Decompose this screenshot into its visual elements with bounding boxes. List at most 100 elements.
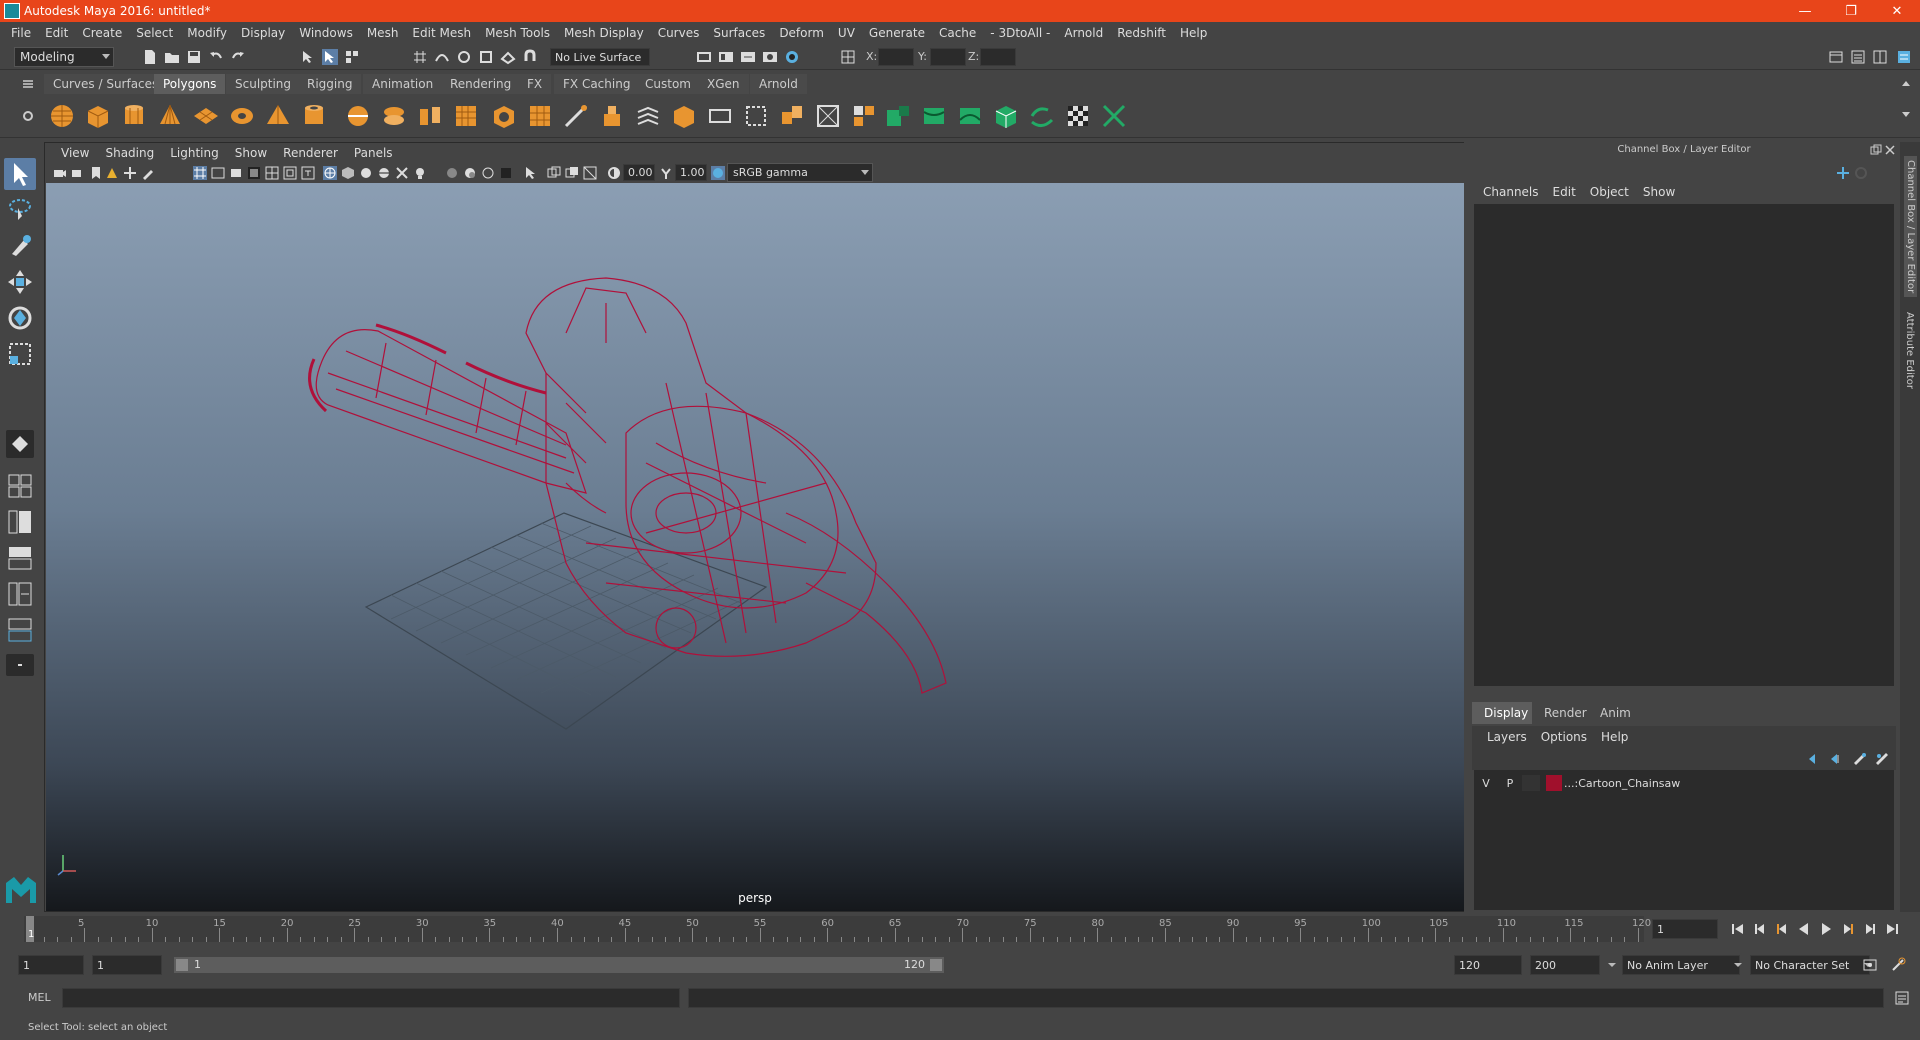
multi-cut-icon[interactable] — [562, 102, 590, 130]
poly-plane-icon[interactable] — [192, 102, 220, 130]
chevron-down-icon[interactable] — [1604, 957, 1620, 973]
wireframe-shading-icon[interactable] — [323, 166, 337, 180]
range-start-handle[interactable] — [176, 959, 188, 971]
bevel-icon[interactable] — [670, 102, 698, 130]
animation-preferences-icon[interactable] — [1890, 957, 1906, 973]
menu-help[interactable]: Help — [1173, 26, 1214, 40]
isolate-select-icon[interactable] — [523, 166, 537, 180]
manipulator-icon[interactable] — [1836, 166, 1850, 180]
step-forward-key-icon[interactable] — [1862, 921, 1878, 937]
hypershade-icon[interactable] — [762, 49, 778, 65]
attribute-editor-toggle-icon[interactable] — [1850, 49, 1866, 65]
open-scene-icon[interactable] — [164, 49, 180, 65]
poly-cone-icon[interactable] — [156, 102, 184, 130]
append-polygon-icon[interactable] — [706, 102, 734, 130]
wireframe-on-shaded-icon[interactable] — [377, 166, 391, 180]
tab-fx-caching[interactable]: FX Caching — [554, 74, 640, 94]
extrude-icon[interactable] — [598, 102, 626, 130]
menu-select[interactable]: Select — [129, 26, 180, 40]
smooth-shade-icon[interactable] — [341, 166, 355, 180]
tab-rendering[interactable]: Rendering — [441, 74, 521, 94]
lasso-tool-icon[interactable] — [4, 194, 36, 226]
exposure-icon[interactable] — [607, 166, 621, 180]
menu-surfaces[interactable]: Surfaces — [706, 26, 772, 40]
character-set-field[interactable]: No Character Set — [1750, 955, 1870, 975]
uv-unfold-icon[interactable] — [1028, 102, 1056, 130]
tab-custom[interactable]: Custom — [636, 74, 700, 94]
menu-modify[interactable]: Modify — [180, 26, 234, 40]
current-frame-field[interactable]: 1 — [1652, 919, 1718, 939]
vp-menu-renderer[interactable]: Renderer — [275, 146, 346, 160]
tab-polygons[interactable]: Polygons — [154, 74, 226, 94]
rotate-tool-icon[interactable] — [4, 302, 36, 334]
view-transform-dropdown[interactable]: sRGB gamma — [727, 163, 873, 182]
bookmark-icon[interactable] — [89, 166, 103, 180]
menu-curves[interactable]: Curves — [651, 26, 707, 40]
2d-pan-zoom-icon[interactable] — [123, 166, 137, 180]
menu-generate[interactable]: Generate — [862, 26, 932, 40]
restore-icon[interactable]: ❐ — [1828, 0, 1874, 22]
shelf-scroll-up-icon[interactable] — [1898, 76, 1914, 92]
tab-fx[interactable]: FX — [518, 74, 552, 94]
menu-redshift[interactable]: Redshift — [1110, 26, 1173, 40]
select-camera-icon[interactable] — [53, 166, 67, 180]
ambient-occlusion-icon[interactable] — [463, 166, 477, 180]
layer-name[interactable]: ...:Cartoon_Chainsaw — [1564, 775, 1680, 791]
channel-box-content[interactable] — [1474, 204, 1894, 686]
exposure-field[interactable]: 0.00 — [623, 164, 655, 181]
uv-checker-icon[interactable] — [1064, 102, 1092, 130]
persp-outliner-layout-icon[interactable] — [6, 508, 34, 536]
fill-hole-icon[interactable] — [742, 102, 770, 130]
script-editor-icon[interactable] — [1894, 990, 1910, 1006]
new-layer-selected-icon[interactable] — [1874, 751, 1890, 767]
speed-icon[interactable] — [1854, 166, 1868, 180]
play-forwards-icon[interactable] — [1818, 921, 1834, 937]
edit-menu[interactable]: Edit — [1546, 185, 1583, 199]
render-view-icon[interactable] — [784, 49, 800, 65]
channel-box-toggle-icon[interactable] — [1896, 49, 1912, 65]
magnet-icon[interactable] — [522, 49, 538, 65]
tab-animation[interactable]: Animation — [363, 74, 443, 94]
float-panel-icon[interactable] — [1870, 144, 1882, 156]
perspective-viewport[interactable]: persp — [46, 183, 1464, 911]
mirror-icon[interactable] — [526, 102, 554, 130]
step-back-key-icon[interactable] — [1752, 921, 1768, 937]
safe-action-icon[interactable] — [283, 166, 297, 180]
persp-graph-layout-icon[interactable] — [6, 544, 34, 572]
four-view-layout-icon[interactable] — [6, 472, 34, 500]
time-slider-track[interactable]: 5 10 15 20 25 30 35 40 45 50 55 60 65 70 75 80 85 90 95 100… — [24, 916, 1651, 942]
layer-playback-toggle[interactable]: P — [1498, 775, 1522, 791]
new-empty-layer-icon[interactable] — [1852, 751, 1868, 767]
save-scene-icon[interactable] — [186, 49, 202, 65]
poly-pyramid-icon[interactable] — [264, 102, 292, 130]
shelf-menu-icon[interactable] — [20, 76, 36, 92]
redo-icon[interactable] — [230, 49, 246, 65]
separate-icon[interactable] — [380, 102, 408, 130]
undo-icon[interactable] — [208, 49, 224, 65]
hud-toggle-icon[interactable] — [583, 166, 597, 180]
booleans-icon[interactable] — [490, 102, 518, 130]
xray-icon[interactable] — [395, 166, 409, 180]
command-input[interactable] — [62, 988, 680, 1008]
z-field[interactable] — [980, 48, 1016, 66]
tab-curves-surfaces[interactable]: Curves / Surfaces — [44, 74, 168, 94]
camera-attributes-icon[interactable] — [71, 166, 85, 180]
move-layer-down-icon[interactable] — [1828, 751, 1844, 767]
bridge-icon[interactable] — [634, 102, 662, 130]
poly-cube-icon[interactable] — [84, 102, 112, 130]
command-language-label[interactable]: MEL — [28, 991, 51, 1004]
go-to-start-icon[interactable] — [1730, 921, 1746, 937]
minimize-icon[interactable]: — — [1782, 0, 1828, 22]
vp-menu-show[interactable]: Show — [227, 146, 275, 160]
side-tab-channel-box[interactable]: Channel Box / Layer Editor — [1904, 156, 1917, 298]
new-scene-icon[interactable] — [142, 49, 158, 65]
image-plane-icon[interactable] — [105, 166, 119, 180]
go-to-end-icon[interactable] — [1884, 921, 1900, 937]
frame-selection-icon[interactable] — [565, 166, 579, 180]
close-panel-icon[interactable] — [1884, 144, 1896, 156]
menu-arnold[interactable]: Arnold — [1057, 26, 1110, 40]
layer-display-type[interactable] — [1522, 775, 1540, 791]
mode-selector[interactable]: Modeling — [14, 47, 114, 67]
tab-xgen[interactable]: XGen — [698, 74, 749, 94]
layer-visibility-toggle[interactable]: V — [1474, 775, 1498, 791]
